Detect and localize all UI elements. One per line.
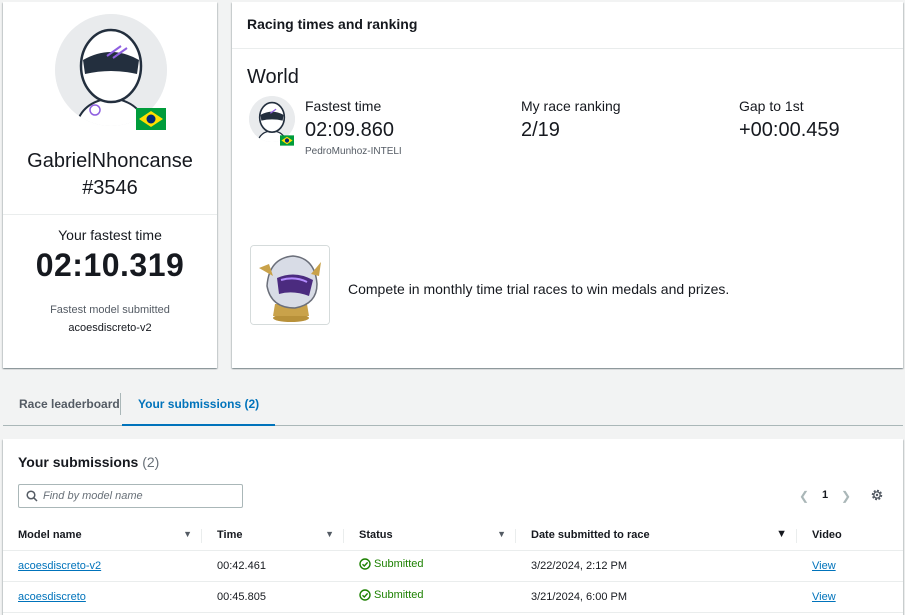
tab-divider <box>120 393 121 415</box>
cell-model: acoesdiscreto-v2 <box>3 550 202 582</box>
tab-your-submissions[interactable]: Your submissions (2) <box>122 380 276 426</box>
fastest-model-label: Fastest model submitted <box>50 304 170 316</box>
status-text: Submitted <box>374 589 424 601</box>
tab-race-leaderboard[interactable]: Race leaderboard <box>3 380 136 426</box>
stat-label: Gap to 1st <box>739 98 804 114</box>
col-header-label: Video <box>812 529 842 542</box>
stat-racer-name: PedroMunhoz-INTELI <box>305 146 402 157</box>
table-row: acoesdiscreto 00:45.805 Submitted 3/21/2… <box>3 581 903 613</box>
submissions-table: Model name ▼ Time ▼ Status ▼ Date submit… <box>3 521 903 613</box>
cell-video: View <box>797 581 903 613</box>
medal-helmet-icon <box>250 245 330 325</box>
chevron-right-icon[interactable]: ❯ <box>841 489 851 503</box>
sort-down-icon[interactable]: ▼ <box>497 529 506 539</box>
view-video-link[interactable]: View <box>812 591 836 603</box>
col-header-status[interactable]: Status ▼ <box>344 521 516 551</box>
col-header-label: Date submitted to race <box>531 529 650 542</box>
stat-value: +00:00.459 <box>739 119 840 141</box>
cell-status: Submitted <box>344 581 516 613</box>
card-title: Racing times and ranking <box>232 2 903 49</box>
status-badge: Submitted <box>359 589 424 601</box>
brazil-flag-icon <box>136 108 166 130</box>
username: GabrielNhoncanse <box>27 150 193 172</box>
model-link[interactable]: acoesdiscreto-v2 <box>18 560 101 572</box>
table-row: acoesdiscreto-v2 00:42.461 Submitted 3/2… <box>3 550 903 582</box>
col-header-label: Model name <box>18 529 82 542</box>
stat-value: 02:09.860 <box>305 119 394 141</box>
submissions-card: Your submissions (2) ❮ 1 ❯ Model name ▼ … <box>3 439 903 615</box>
submissions-count: (2) <box>142 454 160 470</box>
divider <box>3 214 217 215</box>
sort-active-down-icon[interactable]: ▼ <box>776 528 787 540</box>
sort-down-icon[interactable]: ▼ <box>183 529 192 539</box>
status-badge: Submitted <box>359 558 424 570</box>
chevron-left-icon[interactable]: ❮ <box>799 489 809 503</box>
stat-value: 2/19 <box>521 119 560 141</box>
fastest-time-value: 02:10.319 <box>35 247 185 283</box>
racing-times-card: Racing times and ranking World Fastest t… <box>232 2 903 368</box>
region-title: World <box>247 66 299 88</box>
status-text: Submitted <box>374 558 424 570</box>
check-circle-icon <box>359 558 371 570</box>
search-input[interactable] <box>43 486 238 506</box>
view-video-link[interactable]: View <box>812 560 836 572</box>
page-number[interactable]: 1 <box>822 489 828 501</box>
profile-card: GabrielNhoncanse #3546 Your fastest time… <box>3 2 217 368</box>
tab-bar: Race leaderboard Your submissions (2) <box>3 380 903 426</box>
col-header-video: Video <box>797 521 903 551</box>
cell-date: 3/21/2024, 6:00 PM <box>516 581 797 613</box>
user-tag: #3546 <box>82 177 138 199</box>
col-header-label: Status <box>359 529 393 542</box>
submissions-title: Your submissions (2) <box>18 454 159 470</box>
cell-date: 3/22/2024, 2:12 PM <box>516 550 797 582</box>
stat-gap-to-first: Gap to 1st +00:00.459 <box>739 98 840 142</box>
col-header-date-submitted[interactable]: Date submitted to race ▼ <box>516 521 797 551</box>
brazil-flag-icon <box>280 133 294 146</box>
gear-icon[interactable] <box>870 488 884 502</box>
col-header-time[interactable]: Time ▼ <box>202 521 344 551</box>
col-header-label: Time <box>217 529 243 542</box>
cell-time: 00:45.805 <box>202 581 344 613</box>
cell-status: Submitted <box>344 550 516 582</box>
fastest-time-label: Your fastest time <box>58 227 162 243</box>
stat-race-ranking: My race ranking 2/19 <box>521 98 621 142</box>
search-icon <box>26 490 38 502</box>
check-circle-icon <box>359 589 371 601</box>
col-header-model-name[interactable]: Model name ▼ <box>3 521 202 551</box>
submissions-title-text: Your submissions <box>18 454 139 470</box>
stat-fastest-time: Fastest time 02:09.860 PedroMunhoz-INTEL… <box>305 98 402 157</box>
cell-model: acoesdiscreto <box>3 581 202 613</box>
stat-label: Fastest time <box>305 98 382 114</box>
table-header-row: Model name ▼ Time ▼ Status ▼ Date submit… <box>3 521 903 551</box>
search-box <box>18 484 243 508</box>
stat-label: My race ranking <box>521 98 621 114</box>
sort-down-icon[interactable]: ▼ <box>325 529 334 539</box>
cell-time: 00:42.461 <box>202 550 344 582</box>
model-link[interactable]: acoesdiscreto <box>18 591 86 603</box>
fastest-model-name: acoesdiscreto-v2 <box>68 322 152 334</box>
cell-video: View <box>797 550 903 582</box>
compete-text: Compete in monthly time trial races to w… <box>348 281 730 297</box>
